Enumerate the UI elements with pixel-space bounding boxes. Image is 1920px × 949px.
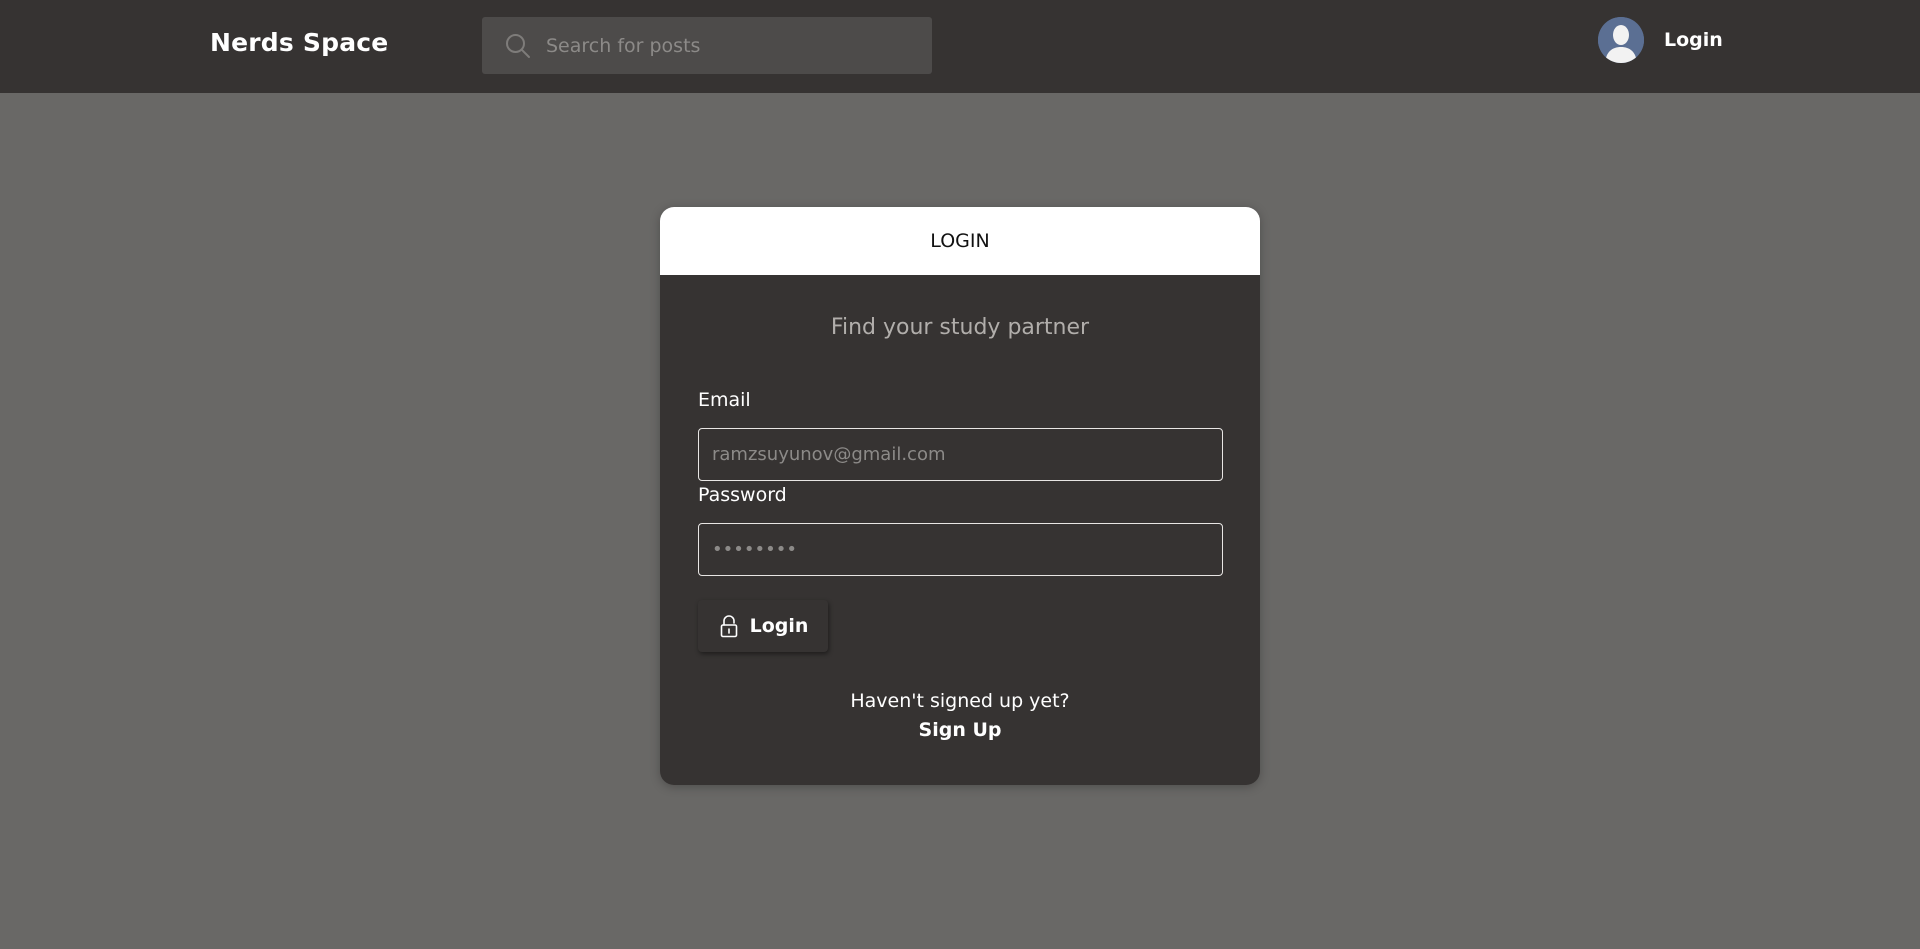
email-field[interactable] [698, 428, 1223, 481]
search-input[interactable] [544, 17, 914, 74]
top-navbar: Nerds Space Login [0, 0, 1920, 93]
password-field[interactable] [698, 523, 1223, 576]
login-card-header: LOGIN [660, 207, 1260, 275]
password-label: Password [698, 484, 787, 506]
email-label: Email [698, 389, 751, 411]
login-card: LOGIN Find your study partner Email Pass… [660, 207, 1260, 785]
header-login-link[interactable]: Login [1664, 29, 1723, 51]
login-card-title: LOGIN [930, 230, 990, 252]
lock-icon [720, 615, 737, 638]
search-icon [506, 34, 530, 58]
login-button[interactable]: Login [698, 600, 828, 652]
signup-link[interactable]: Sign Up [660, 719, 1260, 741]
login-button-label: Login [749, 615, 809, 637]
user-menu[interactable]: Login [1598, 17, 1723, 63]
brand-logo[interactable]: Nerds Space [210, 28, 388, 57]
signup-prompt: Haven't signed up yet? [850, 690, 1070, 712]
search-bar[interactable] [482, 17, 932, 74]
login-card-subtitle: Find your study partner [830, 315, 1090, 340]
user-avatar-icon[interactable] [1598, 17, 1644, 63]
